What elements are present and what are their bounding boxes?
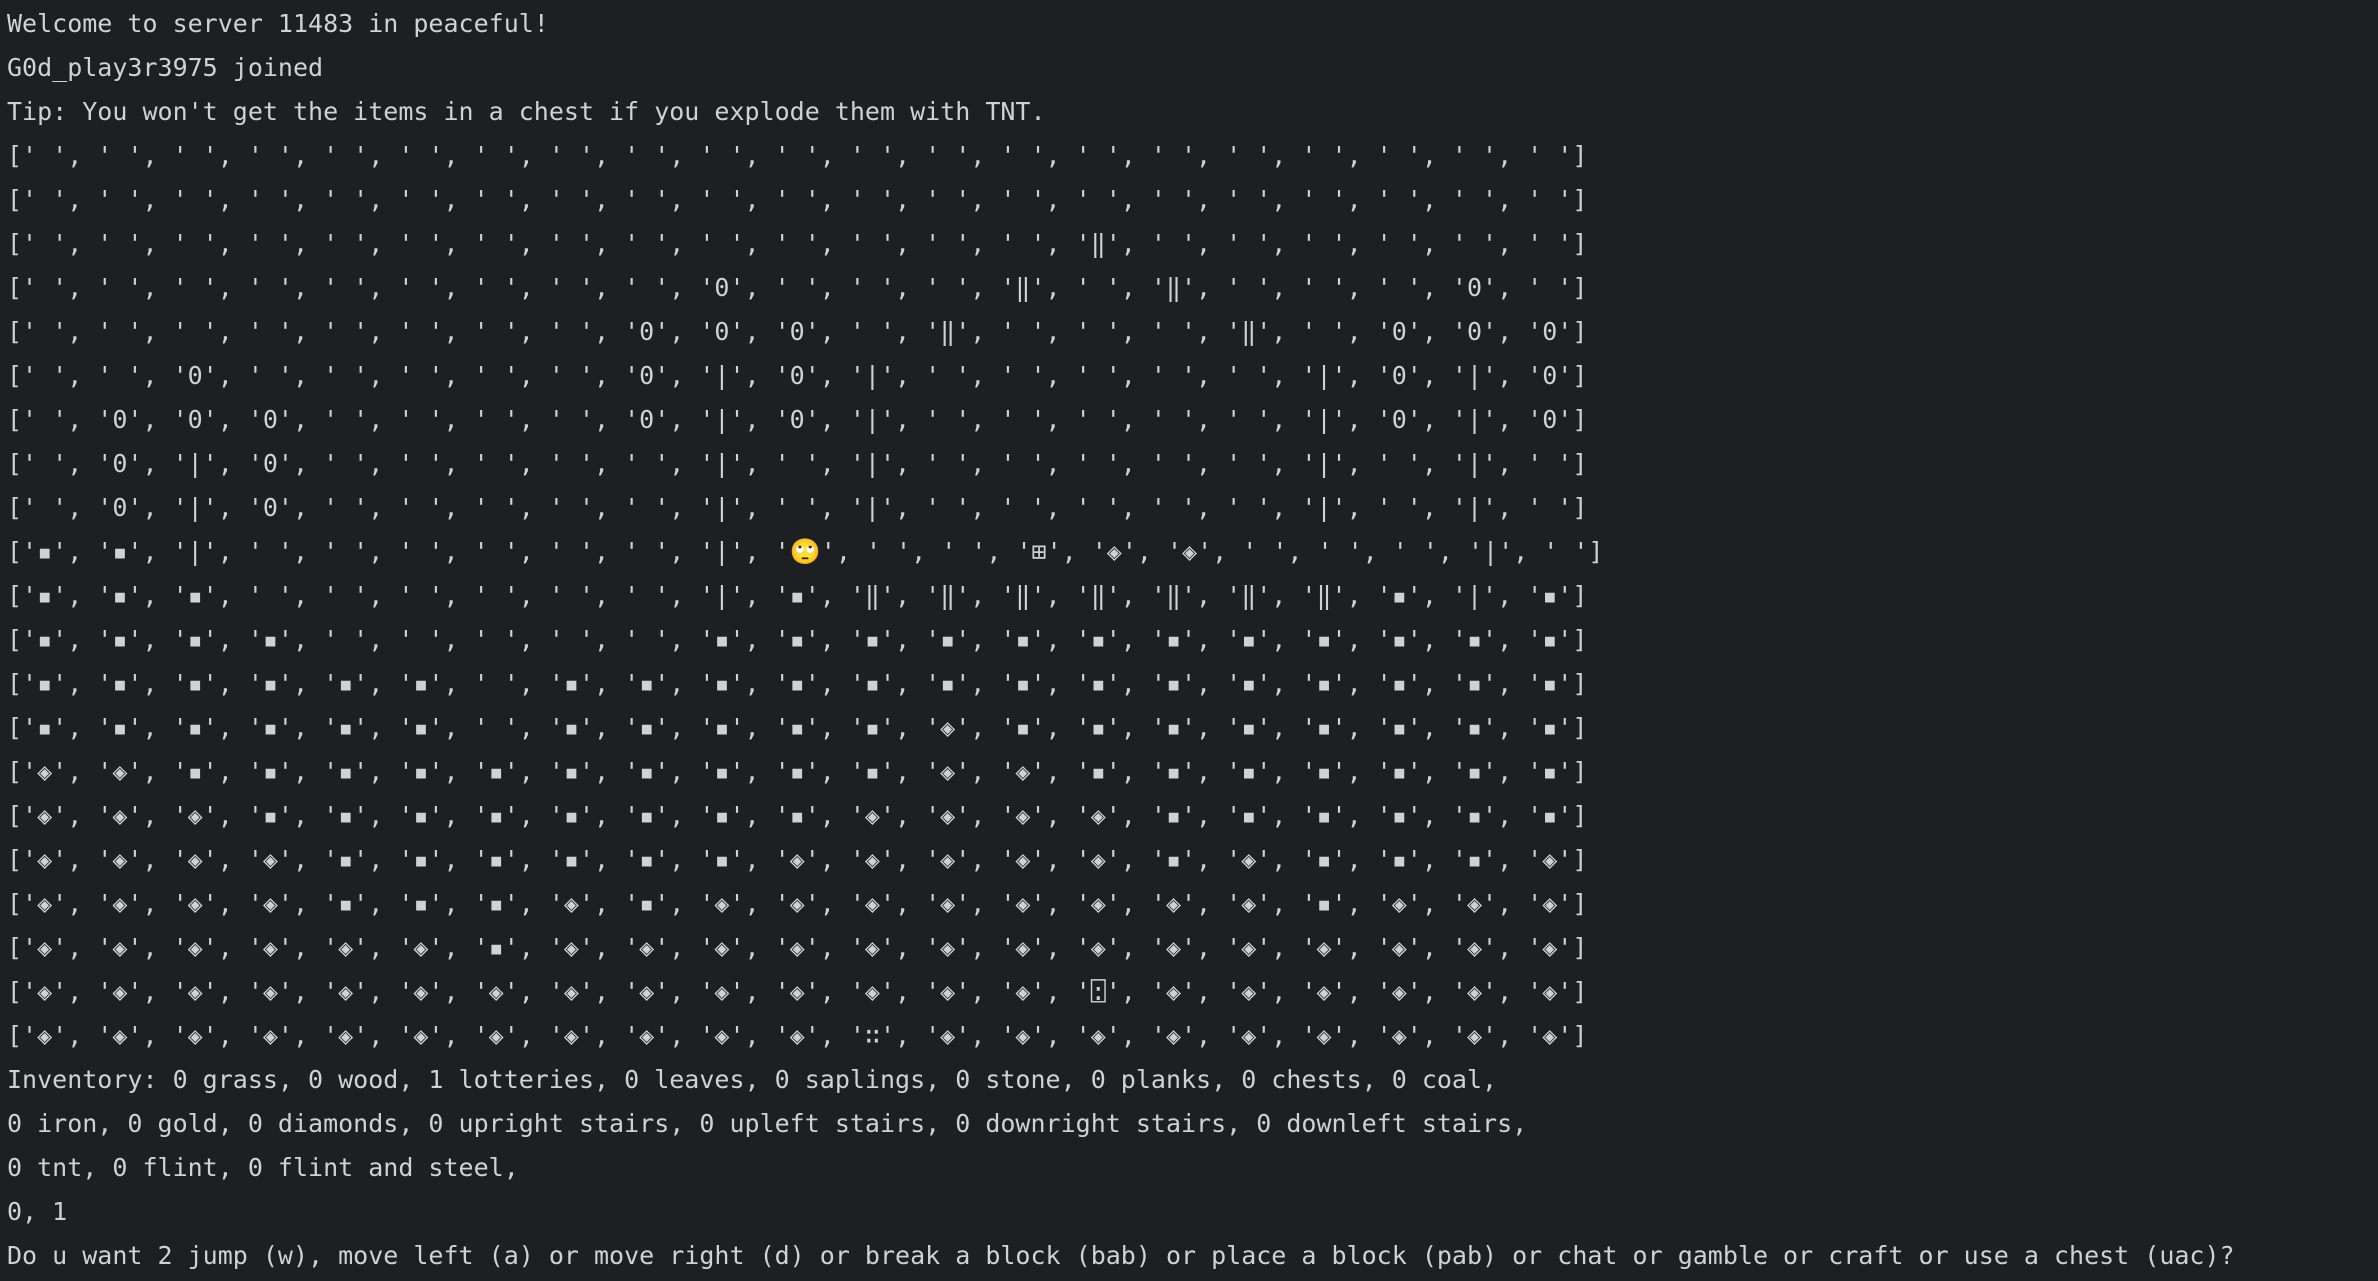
grid-row: [' ', ' ', ' ', ' ', ' ', ' ', ' ', ' ',… <box>7 273 1588 302</box>
grid-row: ['▪', '▪', '▪', '▪', '▪', '▪', ' ', '▪',… <box>7 669 1588 698</box>
world-grid: [' ', ' ', ' ', ' ', ' ', ' ', ' ', ' ',… <box>7 137 2371 1061</box>
grid-row: [' ', ' ', ' ', ' ', ' ', ' ', ' ', ' ',… <box>7 185 1588 214</box>
action-prompt[interactable]: Do u want 2 jump (w), move left (a) or m… <box>7 1237 2371 1281</box>
grid-row: ['▪', '▪', '|', ' ', ' ', ' ', ' ', ' ',… <box>7 537 1604 566</box>
grid-row: ['◈', '◈', '◈', '◈', '◈', '◈', '◈', '◈',… <box>7 977 1588 1006</box>
inventory-line-2: 0 iron, 0 gold, 0 diamonds, 0 upright st… <box>7 1109 1528 1138</box>
grid-row: ['▪', '▪', '▪', '▪', '▪', '▪', ' ', '▪',… <box>7 713 1588 742</box>
grid-row: [' ', '0', '|', '0', ' ', ' ', ' ', ' ',… <box>7 493 1588 522</box>
grid-row: [' ', ' ', ' ', ' ', ' ', ' ', ' ', ' ',… <box>7 317 1588 346</box>
tip-message: Tip: You won't get the items in a chest … <box>7 97 1046 126</box>
grid-row: [' ', ' ', ' ', ' ', ' ', ' ', ' ', ' ',… <box>7 229 1588 258</box>
player-joined-message: G0d_play3r3975 joined <box>7 53 324 82</box>
grid-row: ['◈', '◈', '◈', '▪', '▪', '▪', '▪', '▪',… <box>7 801 1588 830</box>
grid-row: ['◈', '◈', '◈', '◈', '▪', '▪', '▪', '◈',… <box>7 889 1588 918</box>
grid-row: ['◈', '◈', '▪', '▪', '▪', '▪', '▪', '▪',… <box>7 757 1588 786</box>
grid-row: [' ', '0', '|', '0', ' ', ' ', ' ', ' ',… <box>7 449 1588 478</box>
grid-row: ['◈', '◈', '◈', '◈', '◈', '◈', '◈', '◈',… <box>7 1021 1588 1050</box>
grid-row: [' ', ' ', '0', ' ', ' ', ' ', ' ', ' ',… <box>7 361 1588 390</box>
welcome-message: Welcome to server 11483 in peaceful! <box>7 9 549 38</box>
grid-row: [' ', '0', '0', '0', ' ', ' ', ' ', ' ',… <box>7 405 1588 434</box>
grid-row: [' ', ' ', ' ', ' ', ' ', ' ', ' ', ' ',… <box>7 141 1588 170</box>
grid-row: ['◈', '◈', '◈', '◈', '▪', '▪', '▪', '▪',… <box>7 845 1588 874</box>
grid-row: ['▪', '▪', '▪', '▪', ' ', ' ', ' ', ' ',… <box>7 625 1588 654</box>
inventory-line-3: 0 tnt, 0 flint, 0 flint and steel, <box>7 1153 519 1182</box>
grid-row: ['◈', '◈', '◈', '◈', '◈', '◈', '▪', '◈',… <box>7 933 1588 962</box>
console-output: Welcome to server 11483 in peaceful! G0d… <box>7 5 2371 1281</box>
player-coordinates: 0, 1 <box>7 1197 68 1226</box>
inventory-line-1: Inventory: 0 grass, 0 wood, 1 lotteries,… <box>7 1065 1498 1094</box>
grid-row: ['▪', '▪', '▪', ' ', ' ', ' ', ' ', ' ',… <box>7 581 1588 610</box>
